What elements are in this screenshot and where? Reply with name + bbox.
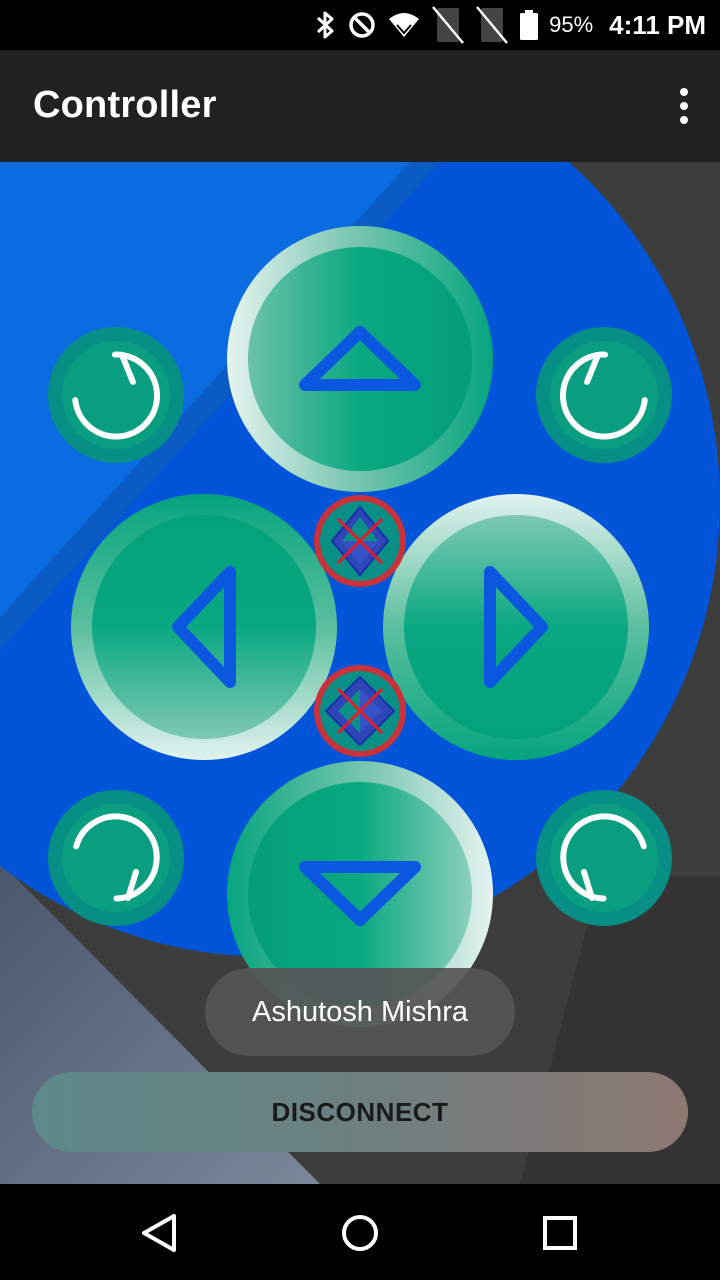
do-not-disturb-icon <box>349 12 375 38</box>
status-bar: 95% 4:11 PM <box>0 0 720 50</box>
battery-percent: 95% <box>549 12 594 37</box>
no-sim-icon <box>432 6 465 44</box>
app-bar: Controller <box>0 50 720 162</box>
disconnect-button[interactable]: DISCONNECT <box>32 1072 688 1152</box>
clock: 4:11 PM <box>609 9 706 40</box>
left-button[interactable] <box>70 493 338 761</box>
page-title: Controller <box>33 84 217 126</box>
rotate-bottom-left-button[interactable] <box>48 790 184 926</box>
rotate-bottom-right-button[interactable] <box>536 790 672 926</box>
toast-message: Ashutosh Mishra <box>205 968 515 1056</box>
stop-horizontal-button[interactable] <box>312 663 408 759</box>
up-button[interactable] <box>226 225 494 493</box>
navigation-bar <box>0 1184 720 1280</box>
bluetooth-icon <box>317 11 334 39</box>
more-vert-icon[interactable] <box>672 86 696 126</box>
recents-button[interactable] <box>535 1208 585 1258</box>
wifi-icon <box>389 13 420 37</box>
home-button[interactable] <box>335 1208 385 1258</box>
back-triangle-icon <box>142 1214 176 1252</box>
battery-icon <box>520 10 539 40</box>
recents-square-icon <box>543 1216 577 1250</box>
back-button[interactable] <box>136 1208 186 1258</box>
stop-vertical-button[interactable] <box>312 493 408 589</box>
rotate-top-right-button[interactable] <box>536 327 672 463</box>
home-circle-icon <box>342 1215 378 1251</box>
rotate-top-left-button[interactable] <box>48 327 184 463</box>
no-sim-2-icon <box>476 6 509 44</box>
right-button[interactable] <box>382 493 650 761</box>
